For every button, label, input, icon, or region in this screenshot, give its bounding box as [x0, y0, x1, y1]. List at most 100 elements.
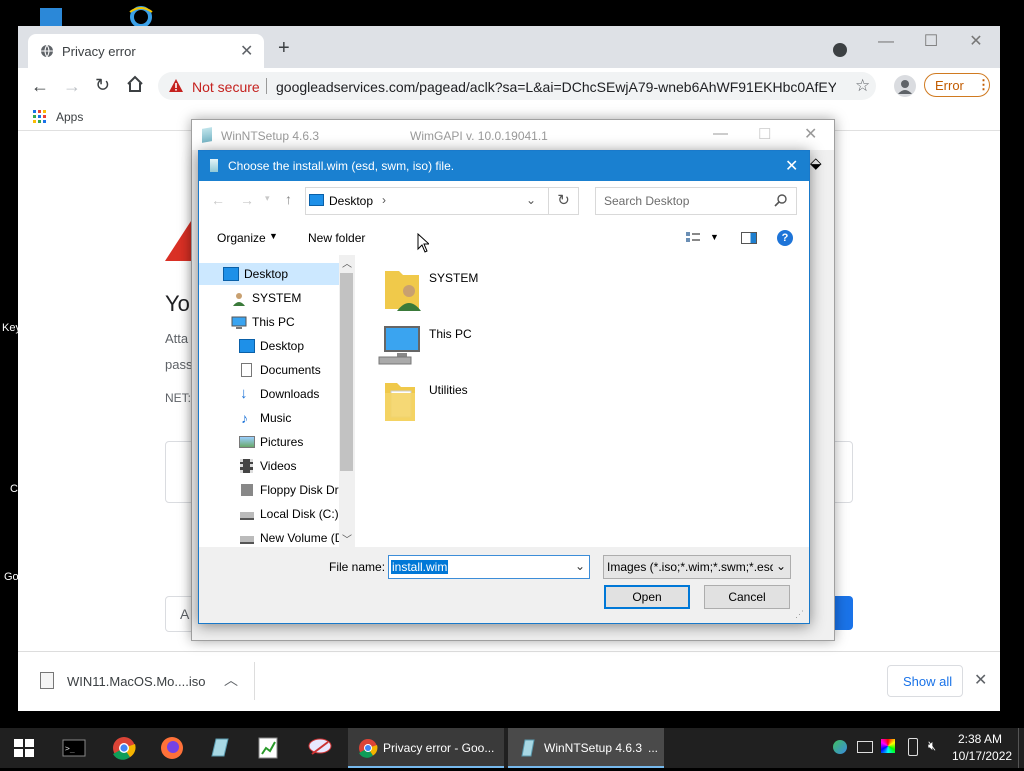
- tab-search-icon[interactable]: [833, 43, 847, 57]
- file-name-dropdown-icon[interactable]: ⌄: [575, 559, 585, 573]
- organize-dropdown-icon[interactable]: ▼: [269, 231, 278, 241]
- wnt-drive-icon[interactable]: ⬙: [810, 154, 822, 172]
- download-shelf: WIN11.MacOS.Mo....iso ︿ Show all ✕: [18, 651, 1000, 711]
- navigation-scrollbar[interactable]: ︿ ﹀: [339, 255, 355, 547]
- maximize-icon[interactable]: ☐: [911, 30, 951, 54]
- apps-grid-icon[interactable]: [33, 110, 47, 127]
- file-item-utilities[interactable]: Utilities: [377, 377, 537, 427]
- page-heading: Yo: [165, 291, 190, 316]
- nav-item-desktop[interactable]: Desktop: [199, 263, 339, 285]
- show-all-label: Show all: [903, 674, 953, 689]
- desktop-shortcut-icon[interactable]: [40, 8, 62, 26]
- scroll-thumb[interactable]: [340, 273, 353, 471]
- wnt-close-icon[interactable]: ✕: [804, 124, 817, 144]
- clock-time[interactable]: 2:38 AM: [958, 732, 1002, 746]
- tab-privacy-error[interactable]: Privacy error ✕: [28, 34, 264, 68]
- back-icon[interactable]: ←: [31, 76, 49, 97]
- resize-grip-icon[interactable]: ⋰: [795, 609, 804, 620]
- chrome-icon[interactable]: [100, 728, 148, 768]
- show-desktop-button[interactable]: [1018, 728, 1024, 768]
- notepad-chart-icon[interactable]: [244, 728, 292, 768]
- address-breadcrumb[interactable]: Desktop › ⌄: [305, 187, 549, 215]
- nav-up-icon[interactable]: ↑: [285, 191, 292, 207]
- wnt-minimize-icon[interactable]: —: [713, 125, 728, 142]
- nav-label: Floppy Disk Dri: [260, 483, 342, 497]
- dialog-titlebar: Choose the install.wim (esd, swm, iso) f…: [199, 151, 809, 181]
- new-folder-button[interactable]: New folder: [308, 231, 365, 245]
- taskbar-chrome-window[interactable]: Privacy error - Goo...: [348, 728, 504, 768]
- nav-label: This PC: [252, 315, 295, 329]
- music-icon: ♪: [241, 410, 248, 426]
- volume-muted-icon[interactable]: 🔇︎: [928, 738, 936, 754]
- user-folder-icon: [383, 267, 423, 314]
- forward-icon[interactable]: →: [63, 76, 81, 97]
- file-type-select[interactable]: Images (*.iso;*.wim;*.swm;*.esd ⌄: [603, 555, 791, 579]
- scroll-down-icon[interactable]: ﹀: [342, 531, 352, 546]
- start-button[interactable]: [0, 728, 48, 768]
- dialog-close-icon[interactable]: ✕: [785, 156, 798, 176]
- file-item-system[interactable]: SYSTEM: [377, 265, 537, 315]
- profile-avatar[interactable]: [894, 75, 916, 97]
- usb-device-icon[interactable]: [908, 738, 918, 756]
- preview-pane-icon[interactable]: [741, 232, 757, 244]
- cancel-button[interactable]: Cancel: [704, 585, 790, 609]
- address-dropdown-icon[interactable]: ⌄: [526, 193, 536, 207]
- apps-link[interactable]: Apps: [56, 110, 83, 124]
- error-label: Error: [935, 78, 964, 93]
- open-label: Open: [632, 590, 662, 604]
- minimize-icon[interactable]: —: [866, 30, 906, 54]
- reload-icon[interactable]: ↻: [95, 75, 110, 96]
- nav-label: Desktop: [260, 339, 305, 353]
- network-people-icon[interactable]: [833, 740, 847, 754]
- nav-label: Local Disk (C:): [260, 507, 339, 521]
- open-button[interactable]: Open: [604, 585, 690, 609]
- color-tool-icon[interactable]: [881, 739, 895, 753]
- scroll-up-icon[interactable]: ︿: [342, 255, 352, 270]
- not-secure-label[interactable]: Not secure: [192, 79, 260, 95]
- file-icon: [40, 672, 54, 689]
- winntsetup-app-icon: [202, 127, 212, 143]
- nav-forward-icon[interactable]: →: [240, 192, 254, 208]
- close-tab-icon[interactable]: ✕: [240, 41, 253, 61]
- advanced-label: A: [180, 606, 190, 622]
- close-shelf-icon[interactable]: ✕: [974, 670, 987, 690]
- refresh-icon[interactable]: ↻: [549, 187, 579, 215]
- view-options-icon[interactable]: [686, 232, 700, 247]
- home-icon[interactable]: [126, 75, 144, 96]
- taskbar-winntsetup-window[interactable]: WinNTSetup 4.6.3 ...: [508, 728, 664, 768]
- wnt-maximize-icon[interactable]: ☐: [758, 125, 771, 143]
- taskbar-winntsetup-label: WinNTSetup 4.6.3: [544, 741, 643, 755]
- view-dropdown-icon[interactable]: ▼: [710, 232, 719, 242]
- close-window-icon[interactable]: ✕: [956, 30, 996, 54]
- nav-back-icon[interactable]: ←: [211, 192, 225, 208]
- recent-dropdown-icon[interactable]: ▾: [265, 193, 270, 204]
- file-item-this-pc[interactable]: This PC: [377, 321, 537, 371]
- new-tab-icon[interactable]: +: [278, 38, 290, 58]
- bookmark-star-icon[interactable]: ☆: [855, 76, 870, 96]
- file-name-input[interactable]: install.wim ⌄: [388, 555, 590, 579]
- breadcrumb-chevron-icon[interactable]: ›: [382, 193, 386, 207]
- svg-text:>_: >_: [65, 744, 75, 753]
- organize-button[interactable]: Organize: [217, 231, 266, 245]
- tab-strip: Privacy error ✕ + — ☐ ✕: [18, 26, 1000, 68]
- divider: [266, 78, 267, 94]
- search-input[interactable]: Search Desktop: [595, 187, 797, 215]
- file-label: This PC: [429, 327, 472, 341]
- download-filename[interactable]: WIN11.MacOS.Mo....iso: [67, 674, 205, 689]
- dialog-title: Choose the install.wim (esd, swm, iso) f…: [228, 159, 455, 173]
- tool-icon[interactable]: [296, 728, 344, 768]
- clock-date[interactable]: 10/17/2022: [952, 749, 1012, 763]
- url-text[interactable]: googleadservices.com/pagead/aclk?sa=L&ai…: [276, 79, 836, 95]
- desktop-label-c: C: [10, 483, 18, 495]
- error-button[interactable]: Error ⋮: [924, 73, 990, 97]
- internet-explorer-icon[interactable]: [128, 6, 153, 28]
- chrome-small-icon: [358, 738, 378, 761]
- terminal-icon[interactable]: >_: [50, 728, 98, 768]
- display-settings-icon[interactable]: [857, 741, 873, 753]
- firefox-icon[interactable]: [148, 728, 196, 768]
- address-bar[interactable]: Not secure googleadservices.com/pagead/a…: [158, 72, 876, 100]
- show-all-button[interactable]: Show all: [887, 665, 963, 697]
- chevron-up-icon[interactable]: ︿: [224, 670, 238, 690]
- help-icon[interactable]: ?: [777, 230, 793, 246]
- winntsetup-taskbar-icon[interactable]: [196, 728, 244, 768]
